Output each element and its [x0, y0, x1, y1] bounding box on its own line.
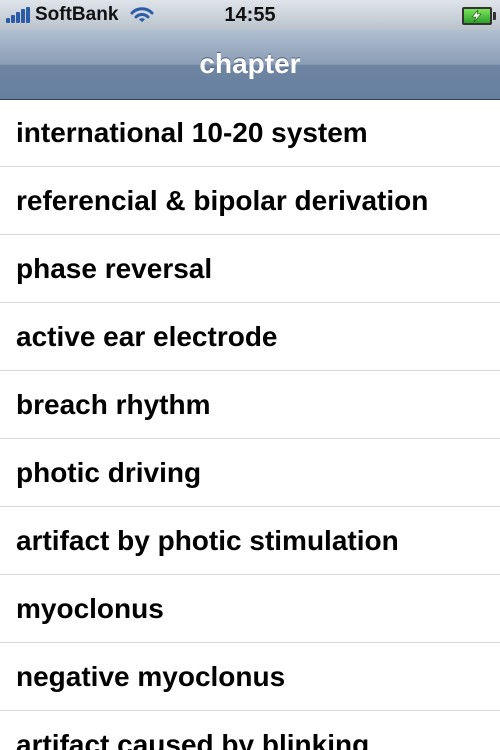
- chapter-label: artifact caused by blinking: [16, 728, 370, 750]
- chapter-label: negative myoclonus: [16, 660, 286, 692]
- chapter-row-photic-driving[interactable]: photic driving: [0, 439, 500, 507]
- app-screen: SoftBank 14:55 chapter international 10-…: [0, 0, 500, 750]
- chapter-row-active-ear-electrode[interactable]: active ear electrode: [0, 303, 500, 371]
- page-title: chapter: [199, 48, 301, 79]
- chapter-row-international-10-20[interactable]: international 10-20 system: [0, 100, 500, 167]
- chapter-row-negative-myoclonus[interactable]: negative myoclonus: [0, 643, 500, 711]
- chapter-row-breach-rhythm[interactable]: breach rhythm: [0, 371, 500, 439]
- chapter-label: phase reversal: [16, 252, 213, 284]
- navigation-bar: chapter: [0, 30, 500, 100]
- battery-charging-icon: [462, 7, 496, 25]
- chapter-row-artifact-blinking[interactable]: artifact caused by blinking: [0, 711, 500, 750]
- chapter-label: myoclonus: [16, 592, 164, 624]
- chapter-label: active ear electrode: [16, 320, 278, 352]
- chapter-row-myoclonus[interactable]: myoclonus: [0, 575, 500, 643]
- status-bar: SoftBank 14:55: [0, 0, 500, 30]
- status-time: 14:55: [224, 4, 276, 26]
- chapter-row-referencial-bipolar[interactable]: referencial & bipolar derivation: [0, 167, 500, 235]
- chapter-label: international 10-20 system: [16, 117, 368, 148]
- chapter-label: artifact by photic stimulation: [16, 524, 399, 556]
- chapter-label: referencial & bipolar derivation: [16, 184, 429, 216]
- chapter-row-phase-reversal[interactable]: phase reversal: [0, 235, 500, 303]
- chapter-label: photic driving: [16, 456, 202, 488]
- chapter-list: international 10-20 system referencial &…: [0, 100, 500, 750]
- chapter-row-artifact-photic-stimulation[interactable]: artifact by photic stimulation: [0, 507, 500, 575]
- chapter-label: breach rhythm: [16, 388, 211, 420]
